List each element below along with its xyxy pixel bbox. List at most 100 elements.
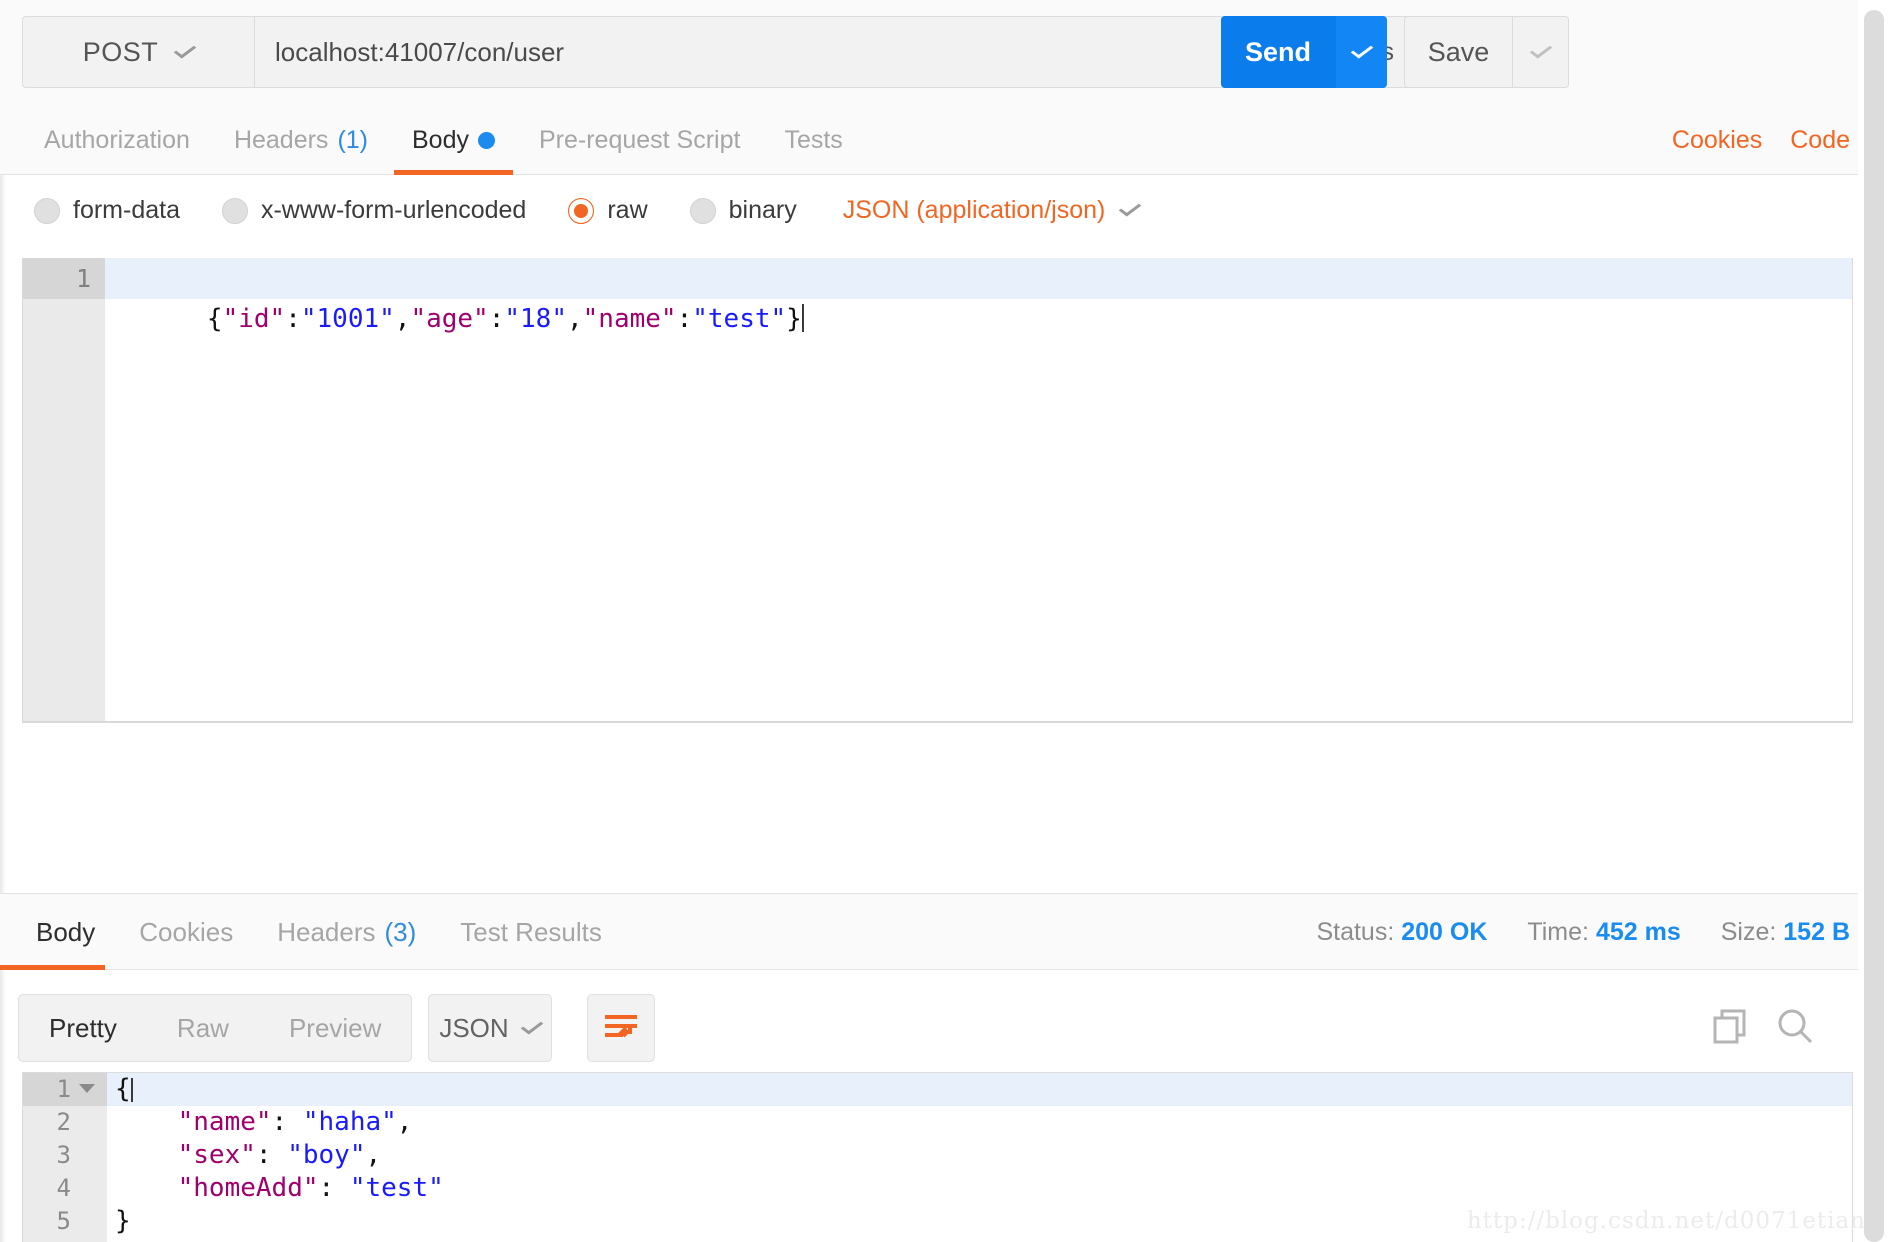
tab-pre-request-script[interactable]: Pre-request Script bbox=[517, 106, 762, 175]
header-links: Cookies Code bbox=[1672, 106, 1850, 175]
word-wrap-icon bbox=[605, 1015, 637, 1038]
code-token-punc bbox=[115, 1173, 178, 1203]
radio-form-data[interactable]: form-data bbox=[34, 196, 180, 225]
size-meta: Size: 152 B bbox=[1721, 918, 1850, 947]
tab-label: Authorization bbox=[44, 126, 190, 154]
size-value: 152 B bbox=[1783, 917, 1850, 946]
response-format-label: JSON bbox=[439, 1012, 509, 1043]
code-token-punc: : bbox=[285, 304, 301, 334]
tab-headers[interactable]: Headers (1) bbox=[212, 106, 390, 175]
tab-label: Tests bbox=[784, 126, 843, 154]
search-button[interactable] bbox=[1776, 1007, 1814, 1050]
body-modified-dot-icon bbox=[477, 132, 495, 149]
request-tabs: Authorization Headers (1) Body Pre-reque… bbox=[22, 106, 865, 175]
tab-count: (3) bbox=[384, 916, 417, 947]
request-body-line: {"id":"1001","age":"18","name":"test"} bbox=[113, 258, 804, 381]
send-label: Send bbox=[1244, 36, 1311, 67]
tab-label: Headers bbox=[233, 126, 329, 154]
code-link[interactable]: Code bbox=[1790, 126, 1850, 155]
save-button[interactable]: Save bbox=[1405, 17, 1513, 87]
watermark: http://blog.csdn.net/d0071etian bbox=[1466, 1208, 1866, 1234]
response-tab-body[interactable]: Body bbox=[0, 894, 117, 970]
copy-icon bbox=[1713, 1009, 1746, 1043]
content-type-select[interactable]: JSON (application/json) bbox=[842, 196, 1142, 225]
status-label: Status: bbox=[1316, 917, 1395, 946]
radio-label: raw bbox=[607, 196, 648, 224]
time-label: Time: bbox=[1527, 917, 1589, 946]
tab-label: Cookies bbox=[139, 916, 234, 947]
send-button[interactable]: Send bbox=[1221, 16, 1335, 88]
radio-icon bbox=[34, 197, 60, 224]
code-token-str: "test" bbox=[692, 304, 787, 334]
tab-label: Body bbox=[412, 126, 469, 154]
view-preview-button[interactable]: Preview bbox=[259, 995, 411, 1061]
search-icon bbox=[1778, 1009, 1813, 1043]
code-token-str: "haha" bbox=[302, 1107, 397, 1137]
chevron-down-icon bbox=[1119, 199, 1142, 217]
code-token-key: "id" bbox=[222, 304, 286, 334]
window-right-rail bbox=[1858, 0, 1890, 1242]
chevron-down-icon bbox=[173, 40, 197, 59]
code-token-str: "18" bbox=[504, 304, 567, 334]
code-token-str: "boy" bbox=[287, 1140, 366, 1170]
response-body-line: "sex": "boy", bbox=[115, 1139, 382, 1172]
response-editor-gutter: 1 2 3 4 5 bbox=[23, 1073, 107, 1242]
line-number: 1 bbox=[75, 264, 91, 293]
code-token-key: "sex" bbox=[177, 1140, 256, 1170]
copy-button[interactable] bbox=[1712, 1008, 1748, 1049]
code-token-punc: : bbox=[488, 304, 505, 334]
size-label: Size: bbox=[1720, 917, 1777, 946]
chevron-down-icon bbox=[1529, 40, 1552, 59]
line-number: 1 bbox=[56, 1075, 71, 1103]
http-method-select[interactable]: POST bbox=[22, 16, 254, 88]
code-token-punc: : bbox=[676, 304, 693, 334]
code-token-punc: , bbox=[365, 1140, 382, 1170]
tab-body[interactable]: Body bbox=[390, 106, 517, 175]
save-options-button[interactable] bbox=[1513, 17, 1568, 87]
word-wrap-button[interactable] bbox=[587, 994, 655, 1062]
radio-x-www-form-urlencoded[interactable]: x-www-form-urlencoded bbox=[221, 196, 527, 225]
code-token-punc: } bbox=[115, 1206, 131, 1236]
send-options-button[interactable] bbox=[1335, 16, 1387, 88]
tab-label: Body bbox=[36, 916, 96, 947]
code-token-key: "name" bbox=[177, 1107, 272, 1137]
code-token-punc bbox=[115, 1107, 178, 1137]
response-toolbar: Pretty Raw Preview JSON bbox=[0, 988, 1858, 1070]
code-token-str: "1001" bbox=[300, 304, 395, 334]
code-token-punc: : bbox=[271, 1107, 303, 1137]
tab-label: Headers bbox=[277, 916, 376, 947]
response-action-icons bbox=[1712, 994, 1814, 1062]
code-token-punc: , bbox=[394, 304, 411, 334]
time-value: 452 ms bbox=[1595, 917, 1681, 946]
radio-binary[interactable]: binary bbox=[689, 196, 797, 225]
view-pretty-button[interactable]: Pretty bbox=[19, 995, 147, 1061]
view-raw-button[interactable]: Raw bbox=[147, 995, 259, 1061]
response-tab-cookies[interactable]: Cookies bbox=[117, 894, 255, 970]
code-token-punc: } bbox=[786, 304, 802, 334]
url-input[interactable]: localhost:41007/con/user bbox=[254, 16, 1283, 88]
radio-selected-icon bbox=[568, 197, 595, 224]
radio-raw[interactable]: raw bbox=[568, 196, 648, 225]
response-tab-test-results[interactable]: Test Results bbox=[438, 894, 624, 970]
code-token-key: "homeAdd" bbox=[177, 1173, 319, 1203]
save-label: Save bbox=[1427, 36, 1490, 67]
radio-icon bbox=[221, 197, 248, 224]
request-gutter-active-line bbox=[23, 258, 105, 299]
response-tab-headers[interactable]: Headers (3) bbox=[255, 894, 438, 970]
tab-authorization[interactable]: Authorization bbox=[22, 106, 212, 175]
tab-tests[interactable]: Tests bbox=[762, 106, 864, 175]
response-body-line: "name": "haha", bbox=[115, 1106, 413, 1139]
cookies-link[interactable]: Cookies bbox=[1672, 126, 1762, 155]
request-body-editor[interactable]: 1 {"id":"1001","age":"18","name":"test"} bbox=[22, 258, 1853, 722]
line-number: 5 bbox=[56, 1207, 71, 1235]
tab-label: Test Results bbox=[460, 916, 602, 947]
content-type-label: JSON (application/json) bbox=[842, 196, 1106, 224]
radio-label: x-www-form-urlencoded bbox=[260, 196, 527, 224]
response-format-select[interactable]: JSON bbox=[428, 994, 552, 1062]
fold-toggle-icon[interactable] bbox=[79, 1084, 95, 1093]
tab-label: Pre-request Script bbox=[538, 126, 741, 154]
response-body-line: } bbox=[115, 1205, 131, 1238]
chevron-down-icon bbox=[520, 1016, 543, 1035]
response-body-line: "homeAdd": "test" bbox=[115, 1172, 444, 1205]
vertical-scrollbar[interactable] bbox=[1864, 10, 1884, 1242]
